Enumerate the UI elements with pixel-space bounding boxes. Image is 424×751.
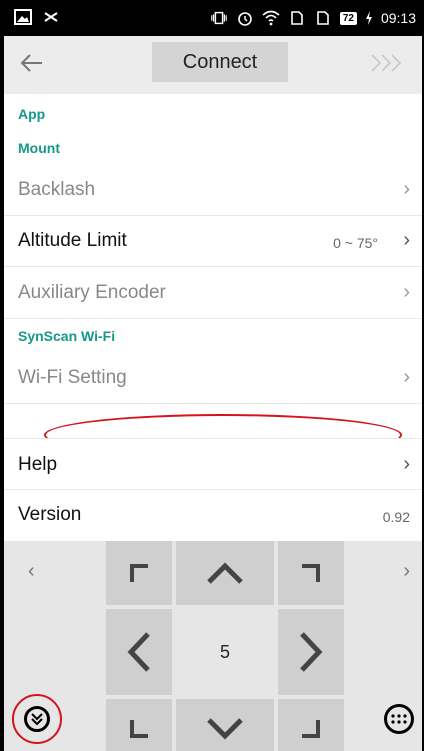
row-wifi-setting-label: Wi-Fi Setting (18, 367, 127, 388)
corner-up-left-icon (130, 564, 148, 582)
chevron-right-icon: › (403, 281, 410, 303)
bluetooth-off-icon (42, 8, 60, 26)
up-right-button[interactable] (278, 541, 344, 605)
row-version-value: 0.92 (382, 509, 410, 525)
gallery-icon (14, 8, 32, 26)
up-button[interactable] (176, 541, 274, 605)
corner-down-left-icon (130, 720, 148, 738)
control-pad-area: 5 (4, 541, 422, 751)
direction-pad: 5 (106, 541, 344, 751)
chevron-right-icon (300, 632, 323, 672)
row-altitude-limit-value: 0 ~ 75° (333, 235, 378, 251)
chevron-left-icon (127, 632, 150, 672)
row-altitude-limit[interactable]: Altitude Limit 0 ~ 75° › (4, 216, 422, 267)
row-backlash-label: Backlash (18, 179, 96, 200)
row-help-label: Help (18, 454, 58, 475)
down-button[interactable] (176, 699, 274, 751)
section-synscan-wifi: SynScan Wi-Fi (18, 328, 116, 344)
slew-rate: 5 (176, 609, 274, 695)
row-backlash[interactable]: Backlash › (4, 164, 422, 216)
chevron-right-icon: › (403, 178, 410, 200)
corner-down-right-icon (302, 720, 320, 738)
keypad-button[interactable] (384, 704, 414, 734)
app-frame: 72 09:13 Connect App Mount Backlash › Al… (0, 0, 424, 751)
alarm-icon (236, 9, 254, 27)
charging-icon (365, 9, 373, 27)
back-arrow-icon[interactable] (18, 48, 52, 82)
left-button[interactable] (106, 609, 172, 695)
double-chevron-down-icon (24, 706, 50, 732)
connect-button[interactable]: Connect (152, 42, 288, 82)
forward-chevrons-icon[interactable] (368, 52, 408, 80)
chevron-down-icon (207, 718, 243, 740)
chevron-right-icon: › (403, 229, 410, 251)
chevron-up-icon (207, 562, 243, 584)
row-version-label: Version (18, 504, 82, 525)
wifi-icon (262, 9, 280, 27)
right-button[interactable] (278, 609, 344, 695)
section-app: App (18, 106, 46, 122)
section-mount: Mount (18, 140, 60, 156)
chevron-right-icon: › (403, 453, 410, 475)
status-bar: 72 09:13 (4, 0, 422, 36)
vibrate-icon (210, 9, 228, 27)
row-version: Version 0.92 (4, 490, 422, 541)
row-auxiliary-encoder-label: Auxiliary Encoder (18, 282, 166, 303)
keypad-icon (391, 714, 407, 724)
row-help[interactable]: Help › (4, 438, 422, 490)
sim-2-icon (314, 9, 332, 27)
row-altitude-limit-label: Altitude Limit (18, 230, 127, 251)
pad-next-chevron-icon[interactable]: › (403, 560, 410, 583)
sim-1-icon (288, 9, 306, 27)
row-auxiliary-encoder[interactable]: Auxiliary Encoder › (4, 267, 422, 319)
down-right-button[interactable] (278, 699, 344, 751)
row-wifi-setting[interactable]: Wi-Fi Setting › (4, 352, 422, 404)
toolbar: Connect (4, 36, 422, 94)
battery-level: 72 (339, 11, 357, 25)
up-left-button[interactable] (106, 541, 172, 605)
chevron-right-icon: › (403, 366, 410, 388)
status-time: 09:13 (380, 10, 416, 26)
collapse-button[interactable] (12, 694, 62, 744)
pad-prev-chevron-icon[interactable]: ‹ (28, 560, 35, 583)
corner-up-right-icon (302, 564, 320, 582)
down-left-button[interactable] (106, 699, 172, 751)
